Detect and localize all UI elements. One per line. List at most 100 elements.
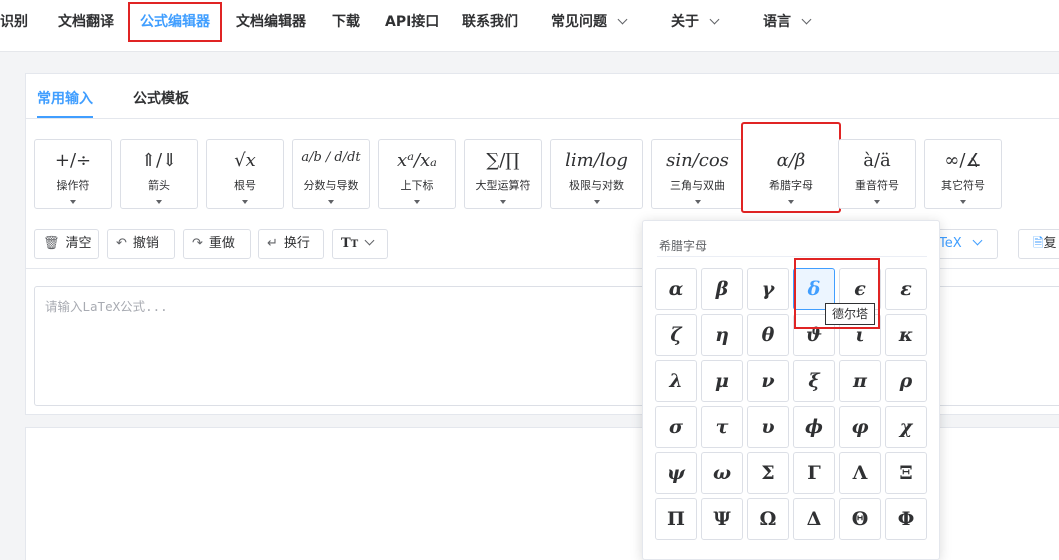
greek-letter-button[interactable]: λ (655, 360, 697, 402)
greek-letter-button[interactable]: Σ (747, 452, 789, 494)
greek-letter-button[interactable]: ζ (655, 314, 697, 356)
symgroup-label: 分数与导数 (303, 179, 359, 192)
symgroup-other[interactable]: ∞/∡ 其它符号 (924, 139, 1002, 209)
font-size-dropdown[interactable]: TT (332, 229, 388, 259)
greek-letter-button[interactable]: γ (747, 268, 789, 310)
greek-icon: α/β (776, 150, 806, 171)
greek-letter-button[interactable]: θ (747, 314, 789, 356)
greek-letter-button[interactable]: Ω (747, 498, 789, 540)
greek-letter-button[interactable]: Γ (793, 452, 835, 494)
arrows-icon: ⇑/⇓ (140, 150, 178, 171)
caret-down-icon (328, 200, 334, 204)
symgroup-label: 箭头 (148, 179, 170, 192)
greek-letter-button[interactable]: Δ (793, 498, 835, 540)
caret-down-icon (242, 200, 248, 204)
caret-down-icon (70, 200, 76, 204)
symgroup-greek[interactable]: α/β 希腊字母 (741, 122, 841, 213)
greek-letter-button[interactable]: χ (885, 406, 927, 448)
tab-common-input[interactable]: 常用输入 (37, 88, 93, 108)
redo-button[interactable]: ↷ 重做 (183, 229, 251, 259)
nav-item-doc-translate[interactable]: 文档翻译 (58, 0, 114, 44)
caret-down-icon (788, 200, 794, 204)
greek-letter-button[interactable]: υ (747, 406, 789, 448)
nav-item-recognize[interactable]: 识别 (0, 0, 28, 44)
symgroup-label: 极限与对数 (569, 179, 624, 192)
top-nav: 识别 文档翻译 公式编辑器 文档编辑器 下载 API接口 联系我们 常见问题 关… (0, 0, 1059, 52)
tab-formula-templates[interactable]: 公式模板 (133, 88, 189, 108)
clear-label: 清空 (65, 236, 92, 251)
undo-label: 撤销 (132, 236, 159, 251)
caret-down-icon (156, 200, 162, 204)
greek-letter-button[interactable]: α (655, 268, 697, 310)
caret-down-icon (960, 200, 966, 204)
greek-letter-button[interactable]: ν (747, 360, 789, 402)
greek-letter-button[interactable]: κ (885, 314, 927, 356)
symgroup-operators[interactable]: +/÷ 操作符 (34, 139, 112, 209)
greek-letter-button[interactable]: ρ (885, 360, 927, 402)
caret-down-icon (593, 200, 600, 204)
nav-item-doc-editor[interactable]: 文档编辑器 (236, 0, 306, 44)
lim-icon: lim/log (565, 150, 628, 171)
tex-label: TeX (939, 236, 962, 251)
greek-letter-button[interactable]: η (701, 314, 743, 356)
newline-icon: ↵ (267, 236, 278, 251)
greek-letter-button[interactable]: Π (655, 498, 697, 540)
nav-item-contact[interactable]: 联系我们 (462, 0, 518, 44)
greek-letter-button[interactable]: σ (655, 406, 697, 448)
chevron-down-icon (709, 14, 720, 25)
copy-button[interactable]: 🗎复 (1018, 229, 1059, 259)
chevron-down-icon (972, 235, 983, 246)
nav-about-label: 关于 (671, 14, 699, 30)
greek-letter-button[interactable]: β (701, 268, 743, 310)
greek-letter-button[interactable]: Ψ (701, 498, 743, 540)
symgroup-large-operators[interactable]: ∑/∏ 大型运算符 (464, 139, 542, 209)
symgroup-arrows[interactable]: ⇑/⇓ 箭头 (120, 139, 198, 209)
superscript-icon: xᵃ/xₐ (397, 150, 437, 171)
greek-letter-button[interactable]: Ξ (885, 452, 927, 494)
greek-letter-button[interactable]: φ (839, 406, 881, 448)
newline-label: 换行 (283, 236, 310, 251)
greek-letter-button[interactable]: μ (701, 360, 743, 402)
undo-icon: ↶ (116, 236, 127, 251)
symgroup-label: 上下标 (400, 179, 434, 192)
tab-divider (26, 118, 1059, 119)
sum-icon: ∑/∏ (486, 150, 520, 171)
greek-letter-button[interactable]: ξ (793, 360, 835, 402)
newline-button[interactable]: ↵ 换行 (258, 229, 324, 259)
nav-item-language[interactable]: 语言 (763, 0, 812, 44)
nav-item-faq[interactable]: 常见问题 (551, 0, 628, 44)
symgroup-label: 重音符号 (855, 179, 899, 192)
greek-letter-button[interactable]: ω (701, 452, 743, 494)
nav-item-download[interactable]: 下载 (332, 0, 360, 44)
clear-button[interactable]: 🗑 清空 (34, 229, 99, 259)
symgroup-scripts[interactable]: xᵃ/xₐ 上下标 (378, 139, 456, 209)
symgroup-trig[interactable]: sin/cos 三角与双曲 (651, 139, 744, 209)
font-small-glyph: T (350, 239, 359, 250)
accent-icon: à/ä (863, 150, 891, 171)
symgroup-label: 三角与双曲 (670, 179, 725, 192)
nav-item-about[interactable]: 关于 (671, 0, 720, 44)
greek-letter-button[interactable]: Λ (839, 452, 881, 494)
symgroup-accents[interactable]: à/ä 重音符号 (838, 139, 916, 209)
greek-letter-button[interactable]: ε (885, 268, 927, 310)
sqrt-icon: √x (234, 150, 256, 171)
operators-icon: +/÷ (54, 150, 92, 171)
greek-letter-button[interactable]: ϕ (793, 406, 835, 448)
symgroup-fractions[interactable]: a/b / d/dt 分数与导数 (292, 139, 370, 209)
nav-faq-label: 常见问题 (551, 14, 607, 30)
latex-input-placeholder: 请输入LaTeX公式... (45, 299, 168, 314)
symgroup-limits[interactable]: lim/log 极限与对数 (550, 139, 643, 209)
copy-label: 复 (1043, 236, 1057, 251)
symgroup-label: 大型运算符 (475, 179, 531, 192)
greek-letter-button[interactable]: τ (701, 406, 743, 448)
greek-letter-button[interactable]: Φ (885, 498, 927, 540)
nav-item-formula-editor[interactable]: 公式编辑器 (128, 2, 222, 42)
caret-down-icon (874, 200, 880, 204)
symgroup-label: 操作符 (56, 179, 90, 192)
greek-letter-button[interactable]: Θ (839, 498, 881, 540)
greek-letter-button[interactable]: π (839, 360, 881, 402)
greek-letter-button[interactable]: ψ (655, 452, 697, 494)
symgroup-radicals[interactable]: √x 根号 (206, 139, 284, 209)
undo-button[interactable]: ↶ 撤销 (107, 229, 175, 259)
nav-item-api[interactable]: API接口 (385, 0, 439, 44)
